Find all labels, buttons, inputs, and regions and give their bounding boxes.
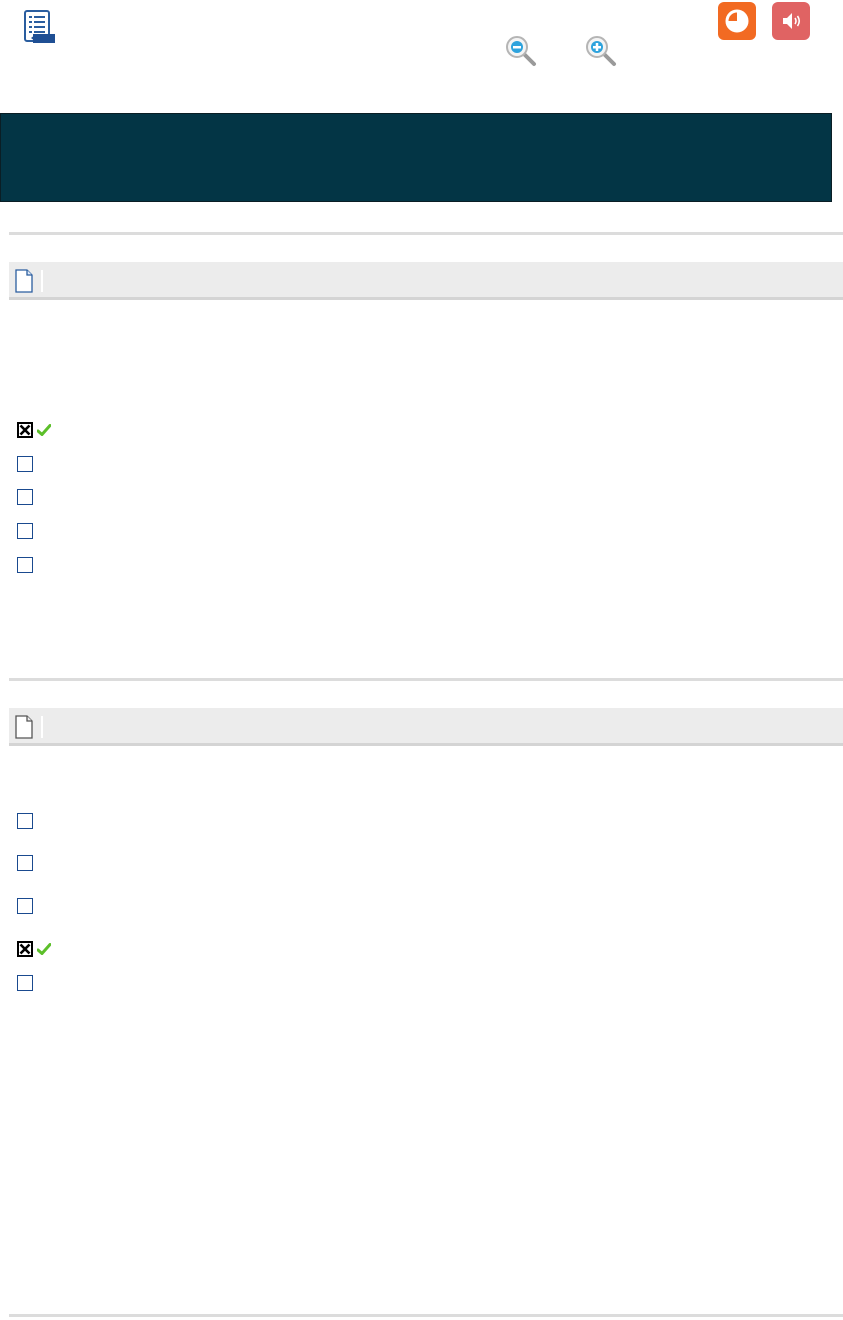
checkbox[interactable] [17,855,33,871]
checkbox[interactable] [17,898,33,914]
question-1-option-5[interactable] [17,556,39,574]
zoom-out-icon[interactable] [504,34,538,68]
question-2-option-3[interactable] [17,897,39,915]
audio-button[interactable] [772,2,810,40]
checkbox-checked[interactable] [17,422,33,438]
speaker-icon [783,13,801,29]
page-icon [15,715,33,739]
correct-check-icon [37,943,51,955]
question-2-option-1[interactable] [17,812,39,830]
header-divider [41,716,43,738]
pie-chart-button[interactable] [718,2,756,40]
correct-check-icon [37,424,51,436]
checkbox[interactable] [17,557,33,573]
divider [9,1314,843,1317]
question-1-header [9,262,843,300]
question-1-option-3[interactable] [17,488,39,506]
checkbox[interactable] [17,456,33,472]
pie-chart-icon [725,9,749,33]
header-banner [0,113,832,202]
question-2-header [9,708,843,746]
question-2-option-2[interactable] [17,854,39,872]
divider [9,232,843,235]
table-of-contents-icon[interactable] [21,9,57,45]
divider [9,678,843,681]
header-divider [41,270,43,292]
checkbox[interactable] [17,489,33,505]
question-2-option-5[interactable] [17,974,39,992]
question-1-option-4[interactable] [17,522,39,540]
zoom-in-icon[interactable] [584,34,618,68]
checkbox[interactable] [17,523,33,539]
checkbox[interactable] [17,975,33,991]
question-1-option-2[interactable] [17,455,39,473]
checkbox-checked[interactable] [17,941,33,957]
checkbox[interactable] [17,813,33,829]
question-2-option-4[interactable] [17,940,57,958]
page-icon [15,269,33,293]
question-1-option-1[interactable] [17,421,57,439]
